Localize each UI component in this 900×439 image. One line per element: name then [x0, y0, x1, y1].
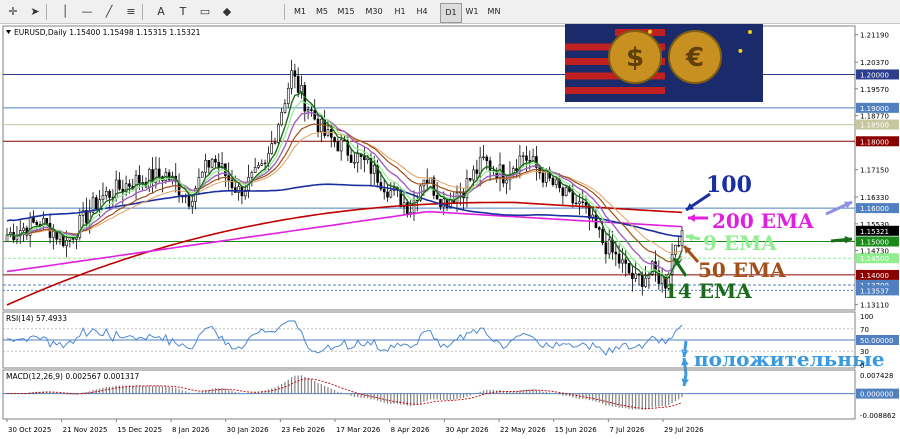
timeframe-m30[interactable]: M30: [362, 3, 386, 21]
price-level-label: 1.19000: [856, 102, 899, 113]
candle: [627, 263, 631, 275]
chart-window[interactable]: $ € 100 200 EMA 9 EMA 50 EMA 14 EMA положитель…: [0, 0, 900, 435]
toolbar: ✛ ➤ │ — ╱ ≡ A T ▭ ◆ M1 M5 M15 M30 H1 H4 D1 W1 MN: [0, 0, 900, 24]
trendline-icon[interactable]: ╱: [100, 3, 118, 21]
date-tick: 23 Feb 2026: [281, 426, 325, 434]
svg-text:1.19000: 1.19000: [860, 105, 889, 113]
svg-text:€: €: [685, 43, 704, 73]
price-tick: 1.16330: [860, 194, 889, 202]
toolbar-separator: [284, 4, 285, 20]
timeframe-h4[interactable]: H4: [412, 3, 432, 21]
date-tick: 7 Jul 2026: [609, 426, 645, 434]
price-level-label: 1.14000: [856, 269, 899, 280]
timeframe-m5[interactable]: M5: [312, 3, 332, 21]
shapes-icon[interactable]: ◆: [218, 3, 236, 21]
rsi-tick: 100: [860, 313, 873, 321]
candle: [277, 122, 280, 145]
toolbar-separator: [46, 4, 47, 20]
rsi-tick: 0: [860, 362, 864, 370]
date-tick: 22 May 2026: [500, 426, 546, 434]
date-tick: 8 Apr 2026: [391, 426, 430, 434]
chart-canvas[interactable]: $ € 100200 EMA9 EMA50 EMA14 EMAположитель…: [0, 0, 900, 435]
toolbar-separator: [142, 4, 143, 20]
price-level-label: 1.14500: [856, 253, 899, 264]
svg-text:1.18500: 1.18500: [860, 122, 889, 130]
timeframe-d1[interactable]: D1: [440, 3, 462, 23]
crosshair-icon[interactable]: ✛: [4, 3, 22, 21]
date-tick: 15 Dec 2025: [117, 426, 162, 434]
candle: [650, 259, 654, 276]
price-level-label: 1.16000: [856, 203, 899, 214]
rsi-tick: 30: [860, 348, 869, 356]
label-9-ema: 9 EMA: [703, 231, 777, 255]
svg-text:1.15000: 1.15000: [860, 239, 889, 247]
macd-tick: -0.008862: [860, 412, 896, 420]
label-200-ema: 200 EMA: [712, 209, 814, 233]
svg-text:1.16000: 1.16000: [860, 205, 889, 213]
svg-text:1.15321: 1.15321: [860, 228, 889, 236]
price-level-label: 1.20000: [856, 69, 899, 80]
price-level-label: 1.18500: [856, 119, 899, 130]
eurusd-coins-thumbnail: $ €: [565, 0, 763, 102]
price-level-label: 1.15321: [856, 225, 899, 236]
fibonacci-icon[interactable]: ≡: [122, 3, 140, 21]
date-tick: 17 Mar 2026: [336, 426, 381, 434]
timeframe-mn[interactable]: MN: [484, 3, 504, 21]
timeframe-h1[interactable]: H1: [390, 3, 410, 21]
label-14-ema: 14 EMA: [664, 279, 752, 303]
price-level-label: 1.13537: [856, 285, 899, 296]
candle: [210, 157, 214, 169]
cursor-icon[interactable]: ➤: [26, 3, 44, 21]
vertical-line-icon[interactable]: │: [56, 3, 74, 21]
macd-label: MACD(12,26,9) 0.002567 0.001317: [6, 372, 140, 381]
price-tick: 1.19570: [860, 86, 889, 94]
rsi-label: RSI(14) 57.4933: [6, 314, 67, 323]
price-level-label: 1.18000: [856, 136, 899, 147]
svg-text:1.13537: 1.13537: [860, 287, 889, 295]
svg-text:1.20000: 1.20000: [860, 71, 889, 79]
label-100: 100: [706, 172, 752, 198]
price-tick: 1.20370: [860, 59, 889, 67]
svg-text:$: $: [626, 43, 644, 73]
rectangle-icon[interactable]: ▭: [196, 3, 214, 21]
label-icon[interactable]: T: [174, 3, 192, 21]
date-tick: 30 Apr 2026: [445, 426, 489, 434]
date-tick: 30 Oct 2025: [8, 426, 51, 434]
text-icon[interactable]: A: [152, 3, 170, 21]
macd-tick: 0.000000: [860, 391, 893, 399]
price-tick: 1.18770: [860, 113, 889, 121]
horizontal-line-icon[interactable]: —: [78, 3, 96, 21]
price-tick: 1.21190: [860, 32, 889, 40]
rsi-tick: 70: [860, 326, 869, 334]
svg-text:1.14000: 1.14000: [860, 272, 889, 280]
macd-tick: 0.007428: [860, 372, 893, 380]
timeframe-w1[interactable]: W1: [462, 3, 482, 21]
svg-text:1.14500: 1.14500: [860, 255, 889, 263]
svg-text:1.18000: 1.18000: [860, 138, 889, 146]
date-tick: 29 Jul 2026: [664, 426, 704, 434]
price-level-label: 1.15000: [856, 236, 899, 247]
label-positive: положительные: [694, 347, 885, 371]
rsi-tick: 50.00000: [860, 337, 893, 345]
date-tick: 8 Jan 2026: [172, 426, 210, 434]
date-tick: 30 Jan 2026: [227, 426, 270, 434]
symbol-info: EURUSD,Daily 1.15400 1.15498 1.15315 1.1…: [14, 28, 201, 37]
price-tick: 1.17150: [860, 167, 889, 175]
date-tick: 21 Nov 2025: [63, 426, 108, 434]
price-tick: 1.13110: [860, 302, 889, 310]
timeframe-m1[interactable]: M1: [290, 3, 310, 21]
date-tick: 15 Jun 2026: [555, 426, 598, 434]
timeframe-m15[interactable]: M15: [334, 3, 358, 21]
